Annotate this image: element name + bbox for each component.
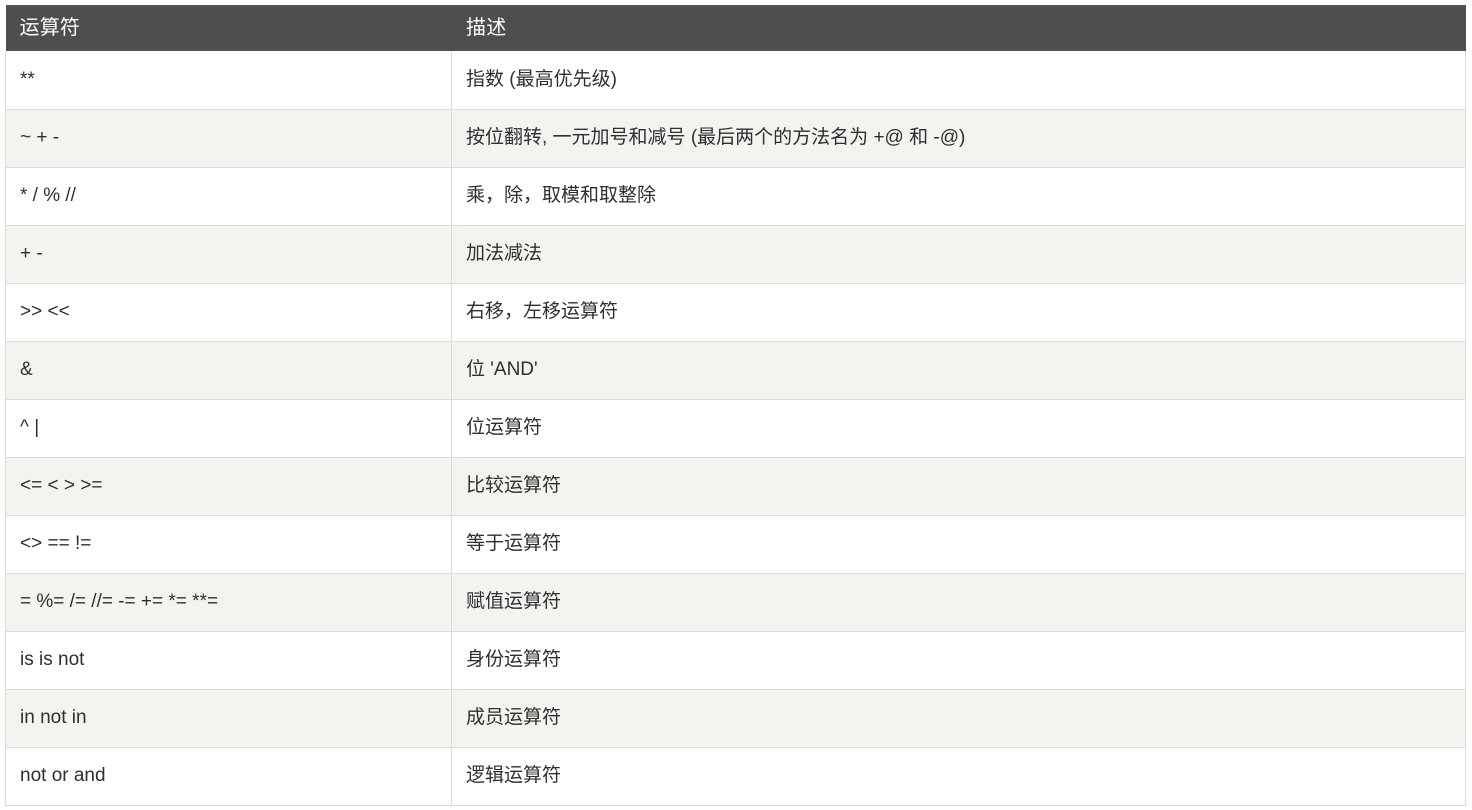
cell-operator: + - (5, 225, 452, 284)
cell-operator: not or and (5, 747, 452, 806)
cell-description: 右移，左移运算符 (451, 283, 1466, 342)
cell-description: 位运算符 (451, 399, 1466, 458)
table-row: <= < > >= 比较运算符 (5, 457, 1466, 516)
cell-description: 等于运算符 (451, 515, 1466, 574)
table-row: = %= /= //= -= += *= **= 赋值运算符 (5, 573, 1466, 632)
cell-operator: ~ + - (5, 109, 452, 168)
table-row: & 位 'AND' (5, 341, 1466, 400)
table-row: ^ | 位运算符 (5, 399, 1466, 458)
cell-description: 逻辑运算符 (451, 747, 1466, 806)
cell-description: 身份运算符 (451, 631, 1466, 690)
table-row: * / % //乘，除，取模和取整除 (5, 167, 1466, 226)
cell-operator: is is not (5, 631, 452, 690)
table-body: ** 指数 (最高优先级) ~ + - 按位翻转, 一元加号和减号 (最后两个的方法名… (5, 51, 1466, 806)
cell-operator: >> << (5, 283, 452, 342)
table-row: ** 指数 (最高优先级) (5, 51, 1466, 110)
cell-description: 乘，除，取模和取整除 (451, 167, 1466, 226)
cell-description: 指数 (最高优先级) (451, 51, 1466, 110)
column-header-description: 描述 (451, 5, 1466, 51)
table-header: 运算符 描述 (5, 5, 1466, 51)
cell-description: 赋值运算符 (451, 573, 1466, 632)
table-row: in not in 成员运算符 (5, 689, 1466, 748)
cell-operator: = %= /= //= -= += *= **= (5, 573, 452, 632)
table-row: not or and 逻辑运算符 (5, 747, 1466, 806)
column-header-operator: 运算符 (5, 5, 452, 51)
cell-operator: * / % // (5, 167, 452, 226)
cell-description: 位 'AND' (451, 341, 1466, 400)
operator-precedence-table: 运算符 描述 ** 指数 (最高优先级) ~ + - 按位翻转, 一元加号和减号 (最… (5, 5, 1466, 806)
cell-operator: & (5, 341, 452, 400)
table-row: <> == != 等于运算符 (5, 515, 1466, 574)
cell-operator: <> == != (5, 515, 452, 574)
cell-description: 加法减法 (451, 225, 1466, 284)
cell-operator: <= < > >= (5, 457, 452, 516)
cell-operator: ** (5, 51, 452, 110)
table-row: + - 加法减法 (5, 225, 1466, 284)
cell-description: 比较运算符 (451, 457, 1466, 516)
cell-description: 按位翻转, 一元加号和减号 (最后两个的方法名为 +@ 和 -@) (451, 109, 1466, 168)
table-header-row: 运算符 描述 (5, 5, 1466, 51)
page-container: 运算符 描述 ** 指数 (最高优先级) ~ + - 按位翻转, 一元加号和减号 (最… (0, 0, 1472, 810)
table-row: >> << 右移，左移运算符 (5, 283, 1466, 342)
cell-operator: in not in (5, 689, 452, 748)
cell-description: 成员运算符 (451, 689, 1466, 748)
table-row: ~ + - 按位翻转, 一元加号和减号 (最后两个的方法名为 +@ 和 -@) (5, 109, 1466, 168)
table-row: is is not 身份运算符 (5, 631, 1466, 690)
cell-operator: ^ | (5, 399, 452, 458)
